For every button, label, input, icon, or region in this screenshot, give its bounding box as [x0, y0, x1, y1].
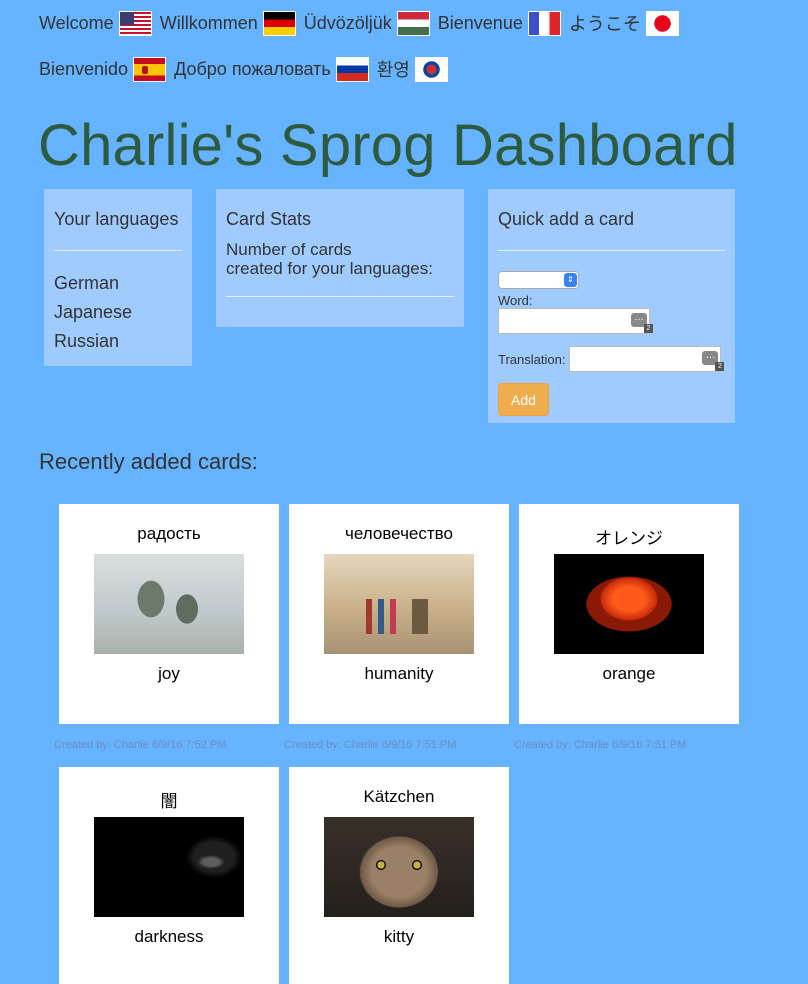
greeting-french: Bienvenue [437, 10, 561, 36]
card-stats-heading: Card Stats [226, 209, 312, 229]
hungarian-flag-icon[interactable] [396, 10, 430, 36]
divider [498, 250, 725, 251]
translation-input[interactable]: … 2 [569, 346, 725, 372]
password-manager-icon[interactable]: … 2 [631, 313, 653, 333]
darkness-image [94, 817, 244, 917]
word-card[interactable]: радость joy [59, 504, 279, 724]
language-select[interactable]: ⇕ [498, 271, 579, 289]
french-flag-icon[interactable] [527, 10, 561, 36]
us-flag-icon[interactable] [118, 10, 152, 36]
chevron-updown-icon: ⇕ [564, 273, 577, 287]
card-translation: darkness [134, 927, 204, 946]
greeting-word: Bienvenido [39, 58, 129, 79]
card-stats-panel: Card Stats Number of cards created for y… [216, 189, 464, 327]
card-credit: Created by: Charlie 6/9/16 7:52 PM [54, 739, 227, 751]
recent-cards-heading: Recently added cards: [39, 449, 258, 474]
divider [226, 296, 454, 297]
greeting-word: ようこそ [568, 14, 641, 34]
word-label: Word: [498, 293, 533, 308]
languages-panel: Your languages German Japanese Russian [44, 189, 192, 366]
greeting-word: Welcome [39, 12, 114, 33]
word-card[interactable]: 闇 darkness [59, 767, 279, 984]
german-flag-icon[interactable] [262, 10, 296, 36]
language-item: Russian [54, 331, 120, 351]
card-word: 闇 [160, 792, 178, 811]
japanese-flag-icon[interactable] [645, 10, 679, 36]
password-count-badge: 2 [715, 362, 725, 371]
card-count-label-line: Number of cards [226, 240, 352, 259]
greeting-russian: Добро пожаловать [174, 56, 369, 82]
language-item: German [54, 273, 120, 293]
card-translation: kitty [383, 927, 415, 946]
card-count-label-line: created for your languages: [226, 259, 433, 278]
word-card[interactable]: オレンジ orange [519, 504, 739, 724]
greeting-german: Willkommen [159, 10, 296, 36]
card-translation: joy [158, 664, 180, 683]
greeting-word: 환영 [376, 60, 410, 80]
russian-flag-icon[interactable] [335, 56, 369, 82]
word-input[interactable]: … 2 [498, 308, 653, 334]
greeting-spanish: Bienvenido [39, 56, 167, 82]
spanish-flag-icon[interactable] [133, 56, 167, 82]
greetings-row: Welcome Willkommen Üdvözöljük Bienvenue … [39, 8, 759, 38]
card-word: オレンジ [595, 529, 663, 548]
language-list: German Japanese Russian [54, 269, 182, 356]
korean-flag-icon[interactable] [414, 56, 448, 82]
translation-label: Translation: [498, 351, 566, 367]
password-manager-icon[interactable]: … 2 [702, 351, 725, 371]
divider [54, 250, 182, 251]
card-translation: orange [602, 664, 656, 683]
quick-add-heading: Quick add a card [498, 209, 635, 229]
greeting-word: Добро пожаловать [174, 58, 331, 79]
word-card[interactable]: человечество humanity [289, 504, 509, 724]
card-word: радость [137, 524, 201, 543]
page-title: Charlie's Sprog Dashboard [38, 113, 738, 178]
greeting-japanese: ようこそ [569, 10, 679, 36]
joy-statue-image [94, 554, 244, 654]
kitten-image [324, 817, 474, 917]
card-credit: Created by: Charlie 6/9/16 7:51 PM [284, 739, 457, 751]
greeting-word: Willkommen [159, 12, 258, 33]
add-card-button[interactable]: Add [498, 383, 549, 416]
card-word: Kätzchen [363, 787, 435, 806]
password-count-badge: 2 [644, 324, 653, 333]
translation-row: Translation: … 2 [498, 346, 725, 372]
orange-rose-image [554, 554, 704, 654]
languages-heading: Your languages [54, 209, 179, 229]
greeting-word: Bienvenue [437, 12, 523, 33]
quick-add-panel: Quick add a card ⇕ Word: … 2 Translation… [488, 189, 735, 423]
greetings-row: Bienvenido Добро пожаловать 환영 [39, 54, 759, 84]
humanity-photo-image [324, 554, 474, 654]
greeting-english: Welcome [39, 10, 152, 36]
greeting-korean: 환영 [377, 56, 448, 82]
greeting-word: Üdvözöljük [303, 12, 392, 33]
greeting-hungarian: Üdvözöljük [303, 10, 430, 36]
greetings-bar: Welcome Willkommen Üdvözöljük Bienvenue … [39, 8, 759, 100]
card-credit: Created by: Charlie 6/9/16 7:51 PM [514, 739, 687, 751]
language-item: Japanese [54, 302, 133, 322]
card-word: человечество [345, 524, 453, 543]
card-count-label: Number of cards created for your languag… [226, 240, 454, 278]
word-card[interactable]: Kätzchen kitty [289, 767, 509, 984]
card-translation: humanity [364, 664, 434, 683]
